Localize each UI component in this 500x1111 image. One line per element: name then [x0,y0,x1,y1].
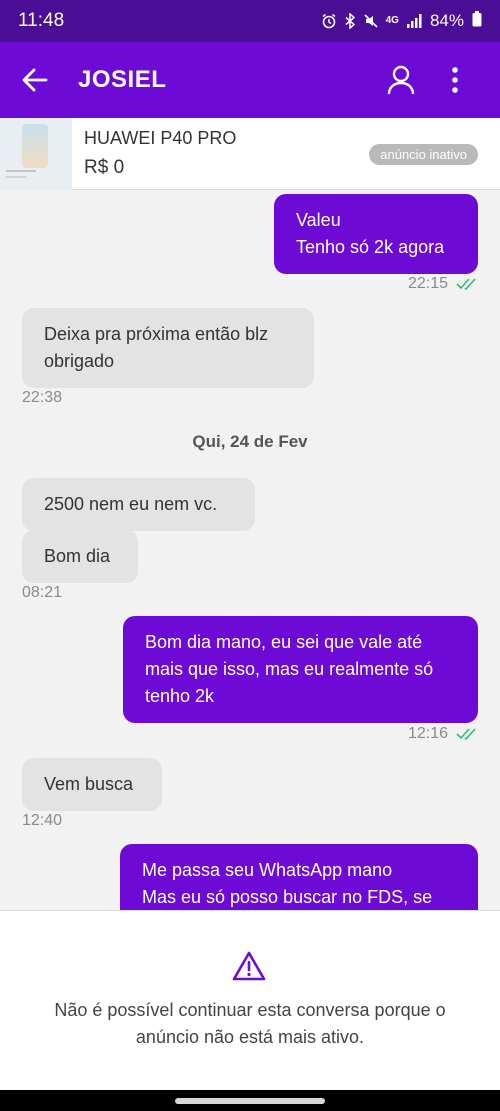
more-options-button[interactable] [428,42,482,118]
message-bubble-outgoing[interactable]: Me passa seu WhatsApp mano Mas eu só pos… [120,844,478,910]
message-meta: 22:15 [408,275,478,293]
message-meta: 12:40 [22,812,62,830]
bluetooth-icon [344,13,356,29]
message-bubble-incoming[interactable]: 2500 nem eu nem vc. [22,478,255,531]
message-bubble-incoming[interactable]: Bom dia [22,530,138,583]
double-check-icon [456,728,476,740]
message-time: 12:40 [22,812,63,829]
message-meta: 12:16 [408,725,478,743]
ad-thumbnail [0,117,72,190]
notice-text: Não é possível continuar esta conversa p… [54,1000,446,1047]
warning-icon [232,951,266,986]
more-vertical-icon [452,67,458,93]
status-time: 11:48 [18,10,65,31]
date-separator: Qui, 24 de Fev [192,432,308,451]
signal-icon [406,13,422,29]
battery-level: 84% [429,11,464,30]
user-icon [387,65,415,95]
message-meta: 08:21 [22,584,62,602]
message-bubble-outgoing[interactable]: Valeu Tenho só 2k agora [274,194,478,274]
message-bubble-outgoing[interactable]: Bom dia mano, eu sei que vale até mais q… [123,616,478,723]
contact-name: JOSIEL [78,66,167,93]
battery-icon [472,10,482,32]
message-bubble-incoming[interactable]: Deixa pra próxima então blz obrigado [22,308,314,388]
status-icons: 4G [321,13,422,29]
mute-icon [363,13,379,29]
double-check-icon [456,278,476,290]
message-bubble-incoming[interactable]: Vem busca [22,758,162,811]
ad-status-badge: anúncio inativo [369,144,478,165]
arrow-left-icon [22,68,48,92]
message-time: 12:16 [407,725,448,742]
ad-summary[interactable]: HUAWEI P40 PRO R$ 0 anúncio inativo [0,117,500,190]
system-navigation-bar [0,1090,500,1111]
message-time: 08:21 [22,584,63,601]
network-type: 4G [385,15,399,26]
status-bar: 11:48 4G 84% [0,0,500,42]
status-indicators: 4G 84% [321,10,482,32]
message-meta: 22:38 [22,389,62,407]
home-gesture-handle[interactable] [175,1098,325,1104]
chat-header: JOSIEL [0,42,500,118]
ad-price: R$ 0 [84,157,125,178]
header-actions [374,42,500,118]
message-time: 22:15 [407,275,448,292]
message-list[interactable]: Valeu Tenho só 2k agora 22:15 Deixa pra … [0,191,500,910]
alarm-icon [321,13,337,29]
inactive-ad-notice: Não é possível continuar esta conversa p… [0,910,500,1090]
profile-button[interactable] [374,42,428,118]
ad-title: HUAWEI P40 PRO [84,128,237,148]
ad-info: HUAWEI P40 PRO R$ 0 [84,128,236,179]
back-button[interactable] [0,42,70,118]
message-time: 22:38 [22,389,63,406]
